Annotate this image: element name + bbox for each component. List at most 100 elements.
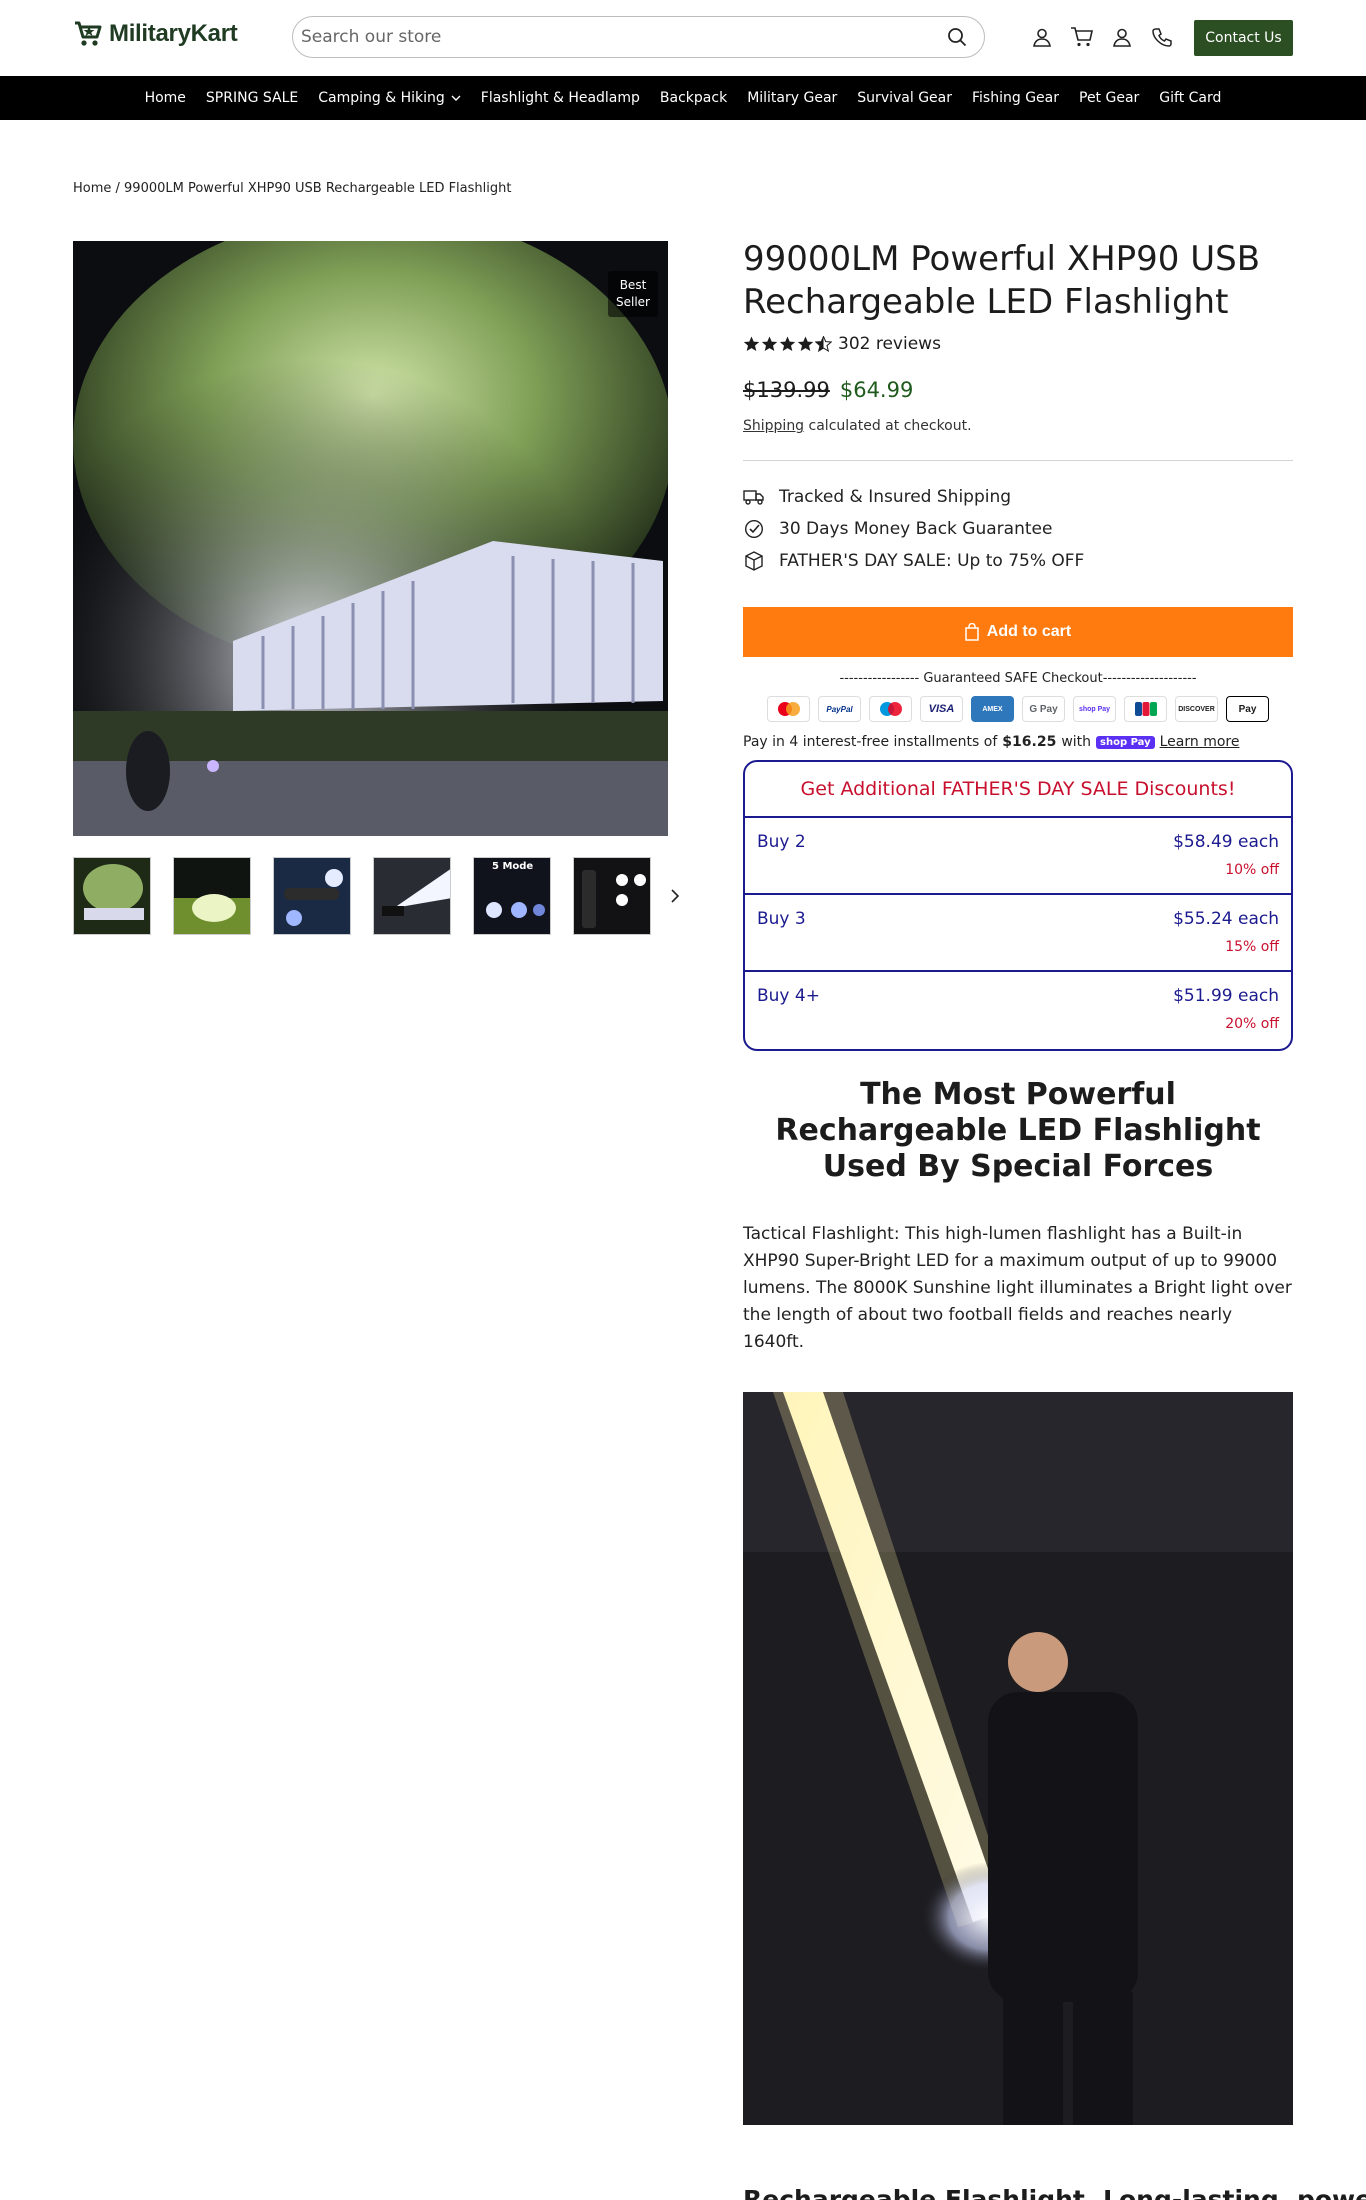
discover-icon: DISCOVER: [1175, 696, 1218, 722]
bundle-label: Buy 4+: [757, 986, 820, 1006]
nav-item-label: Camping & Hiking: [318, 90, 445, 106]
thumbnail-4[interactable]: [373, 857, 451, 935]
star-icon: [743, 336, 760, 351]
sale-price: $64.99: [839, 378, 914, 402]
thumbnail-3[interactable]: [273, 857, 351, 935]
bundle-option-buy-4[interactable]: Buy 4+ $51.99 each 20% off: [745, 972, 1291, 1049]
bundle-discount: 20% off: [1225, 1016, 1279, 1032]
maestro-icon: [869, 696, 912, 722]
thumbnail-2[interactable]: [173, 857, 251, 935]
nav-item-home[interactable]: Home: [135, 90, 196, 106]
feature-text: Tracked & Insured Shipping: [779, 487, 1012, 507]
bundle-discount: 10% off: [1225, 862, 1279, 878]
description-text: Tactical Flashlight: This high-lumen fla…: [743, 1224, 1292, 1352]
check-circle-icon: [743, 519, 765, 539]
installments-text: Pay in 4 interest-free installments of: [743, 734, 998, 750]
search-input[interactable]: [301, 27, 944, 47]
bundle-discount: 15% off: [1225, 939, 1279, 955]
logo[interactable]: MilitaryKart: [73, 20, 238, 48]
nav-item-camping-hiking[interactable]: Camping & Hiking: [308, 90, 471, 106]
installments-with: with: [1061, 734, 1092, 750]
phone-icon[interactable]: [1150, 24, 1174, 50]
description-heading: The Most Powerful Rechargeable LED Flash…: [775, 1077, 1261, 1184]
product-title: 99000LM Powerful XHP90 USB Rechargeable …: [743, 239, 1261, 322]
user-icon[interactable]: [1110, 24, 1134, 50]
shop-pay-badge: shop Pay: [1096, 735, 1155, 749]
star-icon: [761, 336, 778, 351]
nav-item-fishing-gear[interactable]: Fishing Gear: [962, 90, 1069, 106]
truck-icon: [743, 487, 765, 507]
account-icon[interactable]: [1030, 24, 1054, 50]
mastercard-icon: [767, 696, 810, 722]
star-icon: [797, 336, 814, 351]
divider: [743, 460, 1293, 461]
search-bar: [292, 16, 985, 58]
bundle-label: Buy 2: [757, 832, 806, 852]
flashlight-scene-image: [73, 241, 668, 836]
main-nav: Home SPRING SALE Camping & Hiking Flashl…: [0, 76, 1366, 120]
safe-checkout-note: ----------------- Guaranteed SAFE Checko…: [839, 671, 1197, 686]
nav-item-gift-card[interactable]: Gift Card: [1149, 90, 1231, 106]
review-count: 302 reviews: [838, 334, 941, 354]
bundle-option-buy-3[interactable]: Buy 3 $55.24 each 15% off: [745, 895, 1291, 972]
shop-pay-icon: shop Pay: [1073, 696, 1116, 722]
price-block: $139.99 $64.99: [743, 378, 1293, 402]
breadcrumb[interactable]: Home / 99000LM Powerful XHP90 USB Rechar…: [73, 181, 511, 196]
chevron-right-icon[interactable]: [663, 884, 687, 908]
cart-logo-icon: [75, 21, 102, 46]
star-rating: [743, 336, 832, 352]
nav-item-backpack[interactable]: Backpack: [650, 90, 737, 106]
installments-note: Pay in 4 interest-free installments of $…: [743, 734, 1293, 750]
nav-item-pet-gear[interactable]: Pet Gear: [1069, 90, 1149, 106]
feature-list: Tracked & Insured Shipping 30 Days Money…: [743, 487, 1293, 571]
bundle-price: $51.99 each: [1173, 986, 1279, 1006]
best-seller-badge: Best Seller: [608, 271, 658, 317]
installments-amount: $16.25: [1002, 734, 1057, 750]
star-icon: [779, 336, 796, 351]
feature-item: Tracked & Insured Shipping: [743, 487, 1293, 507]
bundle-label: Buy 3: [757, 909, 806, 929]
feature-text: 30 Days Money Back Guarantee: [779, 519, 1053, 539]
jcb-icon: [1124, 696, 1167, 722]
thumbnail-6[interactable]: [573, 857, 651, 935]
nav-item-military-gear[interactable]: Military Gear: [737, 90, 847, 106]
shipping-link[interactable]: Shipping: [743, 418, 804, 434]
thumbnail-1[interactable]: [73, 857, 151, 935]
nav-item-flashlight-headlamp[interactable]: Flashlight & Headlamp: [471, 90, 650, 106]
add-to-cart-label: Add to cart: [986, 623, 1072, 640]
thumbnail-label: 5 Mode: [492, 861, 534, 872]
visa-icon: VISA: [920, 696, 963, 722]
add-to-cart-button[interactable]: Add to cart: [743, 607, 1293, 657]
feature-item: 30 Days Money Back Guarantee: [743, 519, 1293, 539]
thumbnail-5[interactable]: 5 Mode: [473, 857, 551, 935]
box-icon: [743, 551, 765, 571]
bundle-heading: Get Additional FATHER'S DAY SALE Discoun…: [745, 762, 1291, 818]
bundle-option-buy-2[interactable]: Buy 2 $58.49 each 10% off: [745, 818, 1291, 895]
description-image: [743, 1392, 1293, 2125]
nav-item-spring-sale[interactable]: SPRING SALE: [196, 90, 308, 106]
amex-icon: AMEX: [971, 696, 1014, 722]
rating[interactable]: 302 reviews: [743, 334, 1293, 354]
original-price: $139.99: [743, 378, 830, 402]
product-main-image[interactable]: Best Seller: [73, 241, 668, 836]
product-info: 99000LM Powerful XHP90 USB Rechargeable …: [743, 238, 1366, 2200]
contact-us-button[interactable]: Contact Us: [1194, 20, 1293, 56]
payment-icons: PayPal VISA AMEX G Pay shop Pay DISCOVER…: [743, 696, 1293, 722]
search-icon[interactable]: [944, 24, 970, 50]
feature-item: FATHER'S DAY SALE: Up to 75% OFF: [743, 551, 1293, 571]
paypal-icon: PayPal: [818, 696, 861, 722]
nav-item-survival-gear[interactable]: Survival Gear: [847, 90, 962, 106]
bundle-price: $58.49 each: [1173, 832, 1279, 852]
shipping-note-text: calculated at checkout.: [804, 418, 972, 434]
learn-more-link[interactable]: Learn more: [1160, 734, 1240, 750]
cart-icon[interactable]: [1070, 24, 1094, 50]
site-header: MilitaryKart Contact Us: [0, 0, 1366, 76]
chevron-down-icon: [451, 95, 461, 101]
thumbnail-strip: 5 Mode: [73, 856, 693, 936]
shopping-bag-icon: [965, 623, 979, 641]
half-star-icon: [815, 336, 832, 352]
apple-pay-icon: Pay: [1226, 696, 1269, 722]
google-pay-icon: G Pay: [1022, 696, 1065, 722]
bundle-discounts: Get Additional FATHER'S DAY SALE Discoun…: [743, 760, 1293, 1051]
bundle-price: $55.24 each: [1173, 909, 1279, 929]
